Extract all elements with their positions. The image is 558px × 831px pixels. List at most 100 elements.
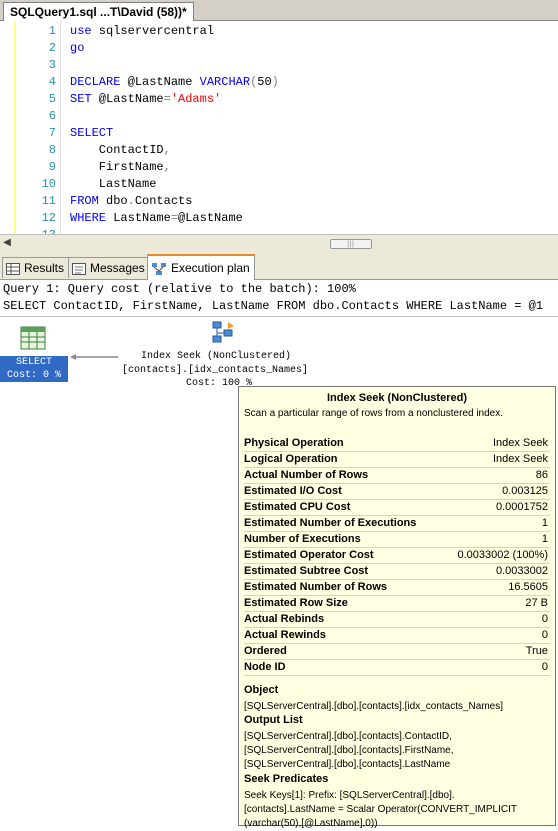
operator-tooltip: Index Seek (NonClustered) Scan a particu… (238, 386, 556, 829)
tooltip-title: Index Seek (NonClustered) (327, 392, 467, 404)
tooltip-property-row: Number of Executions 1 (244, 532, 550, 548)
code-token: DECLARE (70, 75, 121, 89)
code-token: VARCHAR (199, 75, 251, 89)
tab-results-label: Results (24, 261, 65, 275)
index-seek-icon[interactable] (210, 320, 236, 346)
tooltip-output-value: [SQLServerCentral].[dbo].[contacts].Cont… (244, 731, 452, 742)
code-line[interactable]: SELECT (70, 125, 113, 142)
tooltip-property-row: Estimated Number of Rows 16.5605 (244, 580, 550, 596)
property-name: Logical Operation (244, 453, 338, 465)
index-seek-object: [contacts].[idx_contacts_Names] (122, 365, 309, 376)
tab-execution-plan-label: Execution plan (171, 261, 250, 275)
code-line[interactable]: use sqlservercentral (70, 23, 214, 40)
property-name: Node ID (244, 661, 286, 673)
selection-margin[interactable] (0, 21, 14, 234)
tooltip-seek-heading: Seek Predicates (244, 773, 329, 785)
code-line[interactable]: WHERE LastName=@LastName (70, 210, 243, 227)
select-operator-name: SELECT (15, 357, 52, 368)
property-value: 0 (541, 629, 548, 641)
code-line[interactable]: go (70, 40, 84, 57)
code-token: dbo (98, 194, 128, 208)
code-token: sqlservercentral (91, 24, 215, 38)
code-token: ContactID (70, 143, 164, 157)
query-cost-header: Query 1: Query cost (relative to the bat… (3, 282, 356, 296)
property-name: Estimated Subtree Cost (244, 565, 369, 577)
property-value: 0.0033002 (496, 565, 548, 577)
line-number: 13 (16, 227, 56, 234)
property-name: Actual Number of Rows (244, 469, 369, 481)
code-token: = (163, 92, 171, 106)
tooltip-property-row: Estimated Row Size 27 B (244, 596, 550, 612)
query-editor[interactable]: 1 use sqlservercentral 2 go 3 4 DECLARE @LastN… (0, 21, 558, 234)
line-number: 8 (48, 143, 56, 157)
tooltip-object-value: [SQLServerCentral].[dbo].[contacts].[idx… (244, 701, 504, 712)
query-sql-text: SELECT ContactID, FirstName, LastName FR… (3, 299, 544, 313)
line-number: 3 (48, 58, 56, 72)
tooltip-property-row: Estimated Subtree Cost 0.0033002 (244, 564, 550, 580)
line-number: 9 (48, 160, 56, 174)
property-name: Ordered (244, 645, 287, 657)
property-value: Index Seek (492, 437, 548, 449)
property-value: 0.0033002 (100%) (457, 549, 548, 561)
select-operator-icon[interactable] (20, 326, 46, 350)
code-token: go (70, 41, 85, 55)
property-value: 0.003125 (502, 485, 548, 497)
select-operator-label[interactable]: SELECT Cost: 0 % (0, 356, 68, 382)
property-value: 0 (541, 661, 548, 673)
code-line[interactable]: SET @LastName='Adams' (70, 91, 221, 108)
property-name: Estimated Number of Executions (244, 517, 417, 529)
line-number: 7 (48, 126, 56, 140)
messages-icon (72, 262, 86, 275)
code-token: = (170, 211, 179, 225)
line-number: 11 (41, 194, 56, 208)
code-token: use (70, 24, 92, 38)
property-name: Actual Rewinds (244, 629, 326, 641)
code-token: WHERE (70, 211, 107, 225)
tooltip-output-heading: Output List (244, 714, 303, 726)
code-token: SELECT (70, 126, 114, 140)
scrollbar-grip-icon: ||| (347, 240, 355, 248)
tab-execution-plan[interactable]: Execution plan (147, 254, 255, 281)
code-token: SET (70, 92, 92, 106)
tooltip-property-row: Ordered True (244, 644, 550, 660)
editor-horizontal-scrollbar[interactable]: ◀ ||| (0, 234, 558, 251)
code-line[interactable]: FROM dbo.Contacts (70, 193, 192, 210)
code-line[interactable]: FirstName, (70, 159, 171, 176)
line-number: 2 (48, 41, 56, 55)
tooltip-property-row: Estimated I/O Cost 0.003125 (244, 484, 550, 500)
property-value: 27 B (525, 597, 548, 609)
tooltip-property-row: Actual Rebinds 0 (244, 612, 550, 628)
property-name: Physical Operation (244, 437, 344, 449)
code-token: LastName (106, 211, 171, 225)
index-seek-label: Index Seek (NonClustered) (141, 351, 292, 362)
select-operator-cost: Cost: 0 % (6, 370, 61, 381)
code-token: , (163, 160, 171, 174)
property-name: Number of Executions (244, 533, 361, 545)
property-value: 86 (535, 469, 548, 481)
code-line[interactable]: DECLARE @LastName VARCHAR(50) (70, 74, 279, 91)
scroll-left-arrow-icon[interactable]: ◀ (0, 235, 14, 251)
property-name: Estimated Row Size (244, 597, 348, 609)
tab-sqlquery1[interactable]: SQLQuery1.sql ...T\David (58))* (3, 2, 194, 21)
code-token: LastName (70, 177, 157, 191)
code-line[interactable]: LastName (70, 176, 157, 193)
tab-messages[interactable]: Messages (68, 257, 150, 278)
property-value: Index Seek (492, 453, 548, 465)
tooltip-property-row: Logical Operation Index Seek (244, 452, 550, 468)
tooltip-property-row: Actual Number of Rows 86 (244, 468, 550, 484)
property-name: Actual Rebinds (244, 613, 325, 625)
tab-results[interactable]: Results (2, 257, 70, 278)
tab-messages-label: Messages (90, 261, 145, 275)
property-value: 1 (541, 517, 548, 529)
tooltip-output-value: [SQLServerCentral].[dbo].[contacts].Firs… (244, 745, 454, 756)
code-token: Contacts (134, 194, 193, 208)
property-name: Estimated Number of Rows (244, 581, 388, 593)
line-number: 4 (48, 75, 56, 89)
line-number: 12 (41, 211, 56, 225)
code-line[interactable]: ContactID, (70, 142, 171, 159)
tooltip-output-value: [SQLServerCentral].[dbo].[contacts].Last… (244, 759, 451, 770)
tooltip-seek-value: (varchar(50),[@LastName],0)) (244, 818, 378, 829)
code-token: @LastName (91, 92, 164, 106)
tooltip-properties: Physical Operation Index Seek Logical Oper… (244, 436, 550, 676)
grid-icon (6, 262, 20, 275)
